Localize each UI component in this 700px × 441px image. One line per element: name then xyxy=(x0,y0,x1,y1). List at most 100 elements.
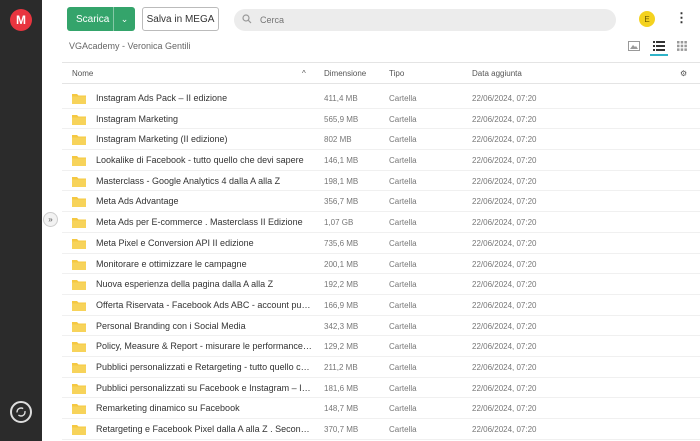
folder-icon xyxy=(72,176,86,187)
file-type: Cartella xyxy=(389,321,417,331)
file-name: Policy, Measure & Report - misurare le p… xyxy=(96,341,312,352)
file-type: Cartella xyxy=(389,135,417,145)
folder-icon xyxy=(72,218,86,229)
file-type: Cartella xyxy=(389,238,417,248)
table-row[interactable]: Nuova esperienza della pagina dalla A al… xyxy=(62,274,700,295)
file-size: 370,7 MB xyxy=(324,425,359,434)
folder-icon xyxy=(72,321,86,332)
folder-icon xyxy=(72,114,86,125)
folder-icon xyxy=(72,135,86,146)
table-row[interactable]: Lookalike di Facebook - tutto quello che… xyxy=(62,150,700,171)
file-name: Pubblici personalizzati su Facebook e In… xyxy=(96,382,312,393)
column-type-header[interactable]: Tipo xyxy=(389,69,404,78)
date-added: 22/06/2024, 07:20 xyxy=(472,362,537,372)
date-added: 22/06/2024, 07:20 xyxy=(472,114,537,124)
date-added: 22/06/2024, 07:20 xyxy=(472,94,537,103)
download-button[interactable]: Scarica ⌄ xyxy=(67,7,135,31)
table-row[interactable]: Remarketing dinamico su Facebook 148,7 MB… xyxy=(62,398,700,419)
folder-icon xyxy=(72,425,86,435)
date-added: 22/06/2024, 07:20 xyxy=(472,280,537,290)
column-size-header[interactable]: Dimensione xyxy=(324,69,366,78)
folder-icon xyxy=(72,259,86,270)
date-added: 22/06/2024, 07:20 xyxy=(472,259,537,269)
table-row[interactable]: Pubblici personalizzati e Retargeting - … xyxy=(62,357,700,378)
folder-icon xyxy=(72,156,86,167)
file-name: Instagram Marketing xyxy=(96,113,179,124)
table-row[interactable]: Meta Pixel e Conversion API II edizione 7… xyxy=(62,233,700,254)
thumbnail-view-icon[interactable] xyxy=(628,41,640,51)
table-row[interactable]: Monitorare e ottimizzare le campagne 200,… xyxy=(62,254,700,275)
file-type: Cartella xyxy=(389,342,417,352)
folder-icon xyxy=(72,362,86,373)
sync-glyph-icon xyxy=(16,407,26,417)
left-sidebar: M xyxy=(0,0,42,441)
file-name: Meta Pixel e Conversion API II edizione xyxy=(96,237,254,248)
file-name: Remarketing dinamico su Facebook xyxy=(96,403,240,414)
table-row[interactable]: Offerta Riservata - Facebook Ads ABC - a… xyxy=(62,295,700,316)
file-name: Personal Branding con i Social Media xyxy=(96,320,246,331)
column-name-header[interactable]: Nome xyxy=(72,69,93,78)
file-size: 735,6 MB xyxy=(324,238,359,248)
date-added: 22/06/2024, 07:20 xyxy=(472,176,537,186)
table-row[interactable]: Masterclass - Google Analytics 4 dalla A… xyxy=(62,171,700,192)
date-added: 22/06/2024, 07:20 xyxy=(472,218,537,228)
date-added: 22/06/2024, 07:20 xyxy=(472,135,537,145)
table-row[interactable]: Instagram Ads Pack – II edizione 411,4 MB… xyxy=(62,88,700,109)
file-type: Cartella xyxy=(389,383,417,393)
search-input[interactable] xyxy=(260,15,600,25)
avatar[interactable]: E xyxy=(639,11,655,27)
file-name: Masterclass - Google Analytics 4 dalla A… xyxy=(96,175,281,186)
file-name: Monitorare e ottimizzare le campagne xyxy=(96,258,247,269)
table-row[interactable]: Personal Branding con i Social Media 342,… xyxy=(62,316,700,337)
file-type: Cartella xyxy=(389,362,417,372)
more-menu-icon[interactable]: ⋮ xyxy=(675,11,688,27)
sync-icon[interactable] xyxy=(10,401,32,423)
file-size: 200,1 MB xyxy=(324,259,359,269)
table-row[interactable]: Policy, Measure & Report - misurare le p… xyxy=(62,336,700,357)
save-to-mega-button[interactable]: Salva in MEGA xyxy=(142,7,219,31)
file-size: 148,7 MB xyxy=(324,404,359,414)
table-row[interactable]: Instagram Marketing 565,9 MB Cartella 22/06… xyxy=(62,109,700,130)
file-name: Nuova esperienza della pagina dalla A al… xyxy=(96,279,274,290)
file-size: 411,4 MB xyxy=(324,94,358,103)
folder-icon xyxy=(72,238,86,249)
file-name: Pubblici personalizzati e Retargeting - … xyxy=(96,361,312,372)
folder-icon xyxy=(72,280,86,291)
date-added: 22/06/2024, 07:20 xyxy=(472,383,537,393)
date-added: 22/06/2024, 07:20 xyxy=(472,342,537,352)
table-row[interactable]: Pubblici personalizzati su Facebook e In… xyxy=(62,378,700,399)
sort-ascending-icon[interactable]: ^ xyxy=(302,69,306,78)
grid-view-icon[interactable] xyxy=(677,41,687,51)
file-size: 565,9 MB xyxy=(324,114,359,124)
file-type: Cartella xyxy=(389,114,417,124)
gear-icon[interactable]: ⚙ xyxy=(680,69,687,78)
breadcrumb: VGAcademy - Veronica Gentili xyxy=(69,41,191,51)
chevron-down-icon[interactable]: ⌄ xyxy=(114,14,135,25)
table-row[interactable]: Retargeting e Facebook Pixel dalla A all… xyxy=(62,419,700,440)
file-name: Meta Ads Advantage xyxy=(96,196,179,207)
search-bar[interactable] xyxy=(234,9,616,31)
file-name: Retargeting e Facebook Pixel dalla A all… xyxy=(96,424,312,434)
file-size: 198,1 MB xyxy=(324,176,359,186)
column-date-header[interactable]: Data aggiunta xyxy=(472,69,522,78)
table-row[interactable]: Meta Ads per E-commerce . Masterclass II… xyxy=(62,212,700,233)
table-row[interactable]: Instagram Marketing (II edizione) 802 MB C… xyxy=(62,129,700,151)
date-added: 22/06/2024, 07:20 xyxy=(472,404,537,414)
file-size: 146,1 MB xyxy=(324,156,359,166)
file-size: 1,07 GB xyxy=(324,218,354,228)
file-type: Cartella xyxy=(389,197,417,207)
folder-icon xyxy=(72,404,86,415)
file-size: 356,7 MB xyxy=(324,197,359,207)
file-size: 166,9 MB xyxy=(324,300,359,310)
file-type: Cartella xyxy=(389,300,417,310)
file-size: 802 MB xyxy=(324,135,352,145)
date-added: 22/06/2024, 07:20 xyxy=(472,321,537,331)
table-header: Nome ^ Dimensione Tipo Data aggiunta ⚙ xyxy=(62,62,700,84)
table-row[interactable]: Meta Ads Advantage 356,7 MB Cartella 22/06/… xyxy=(62,191,700,213)
list-view-icon[interactable] xyxy=(650,38,668,56)
file-name: Offerta Riservata - Facebook Ads ABC - a… xyxy=(96,299,312,310)
date-added: 22/06/2024, 07:20 xyxy=(472,425,537,434)
mega-logo-icon[interactable]: M xyxy=(10,9,32,31)
file-type: Cartella xyxy=(389,94,417,103)
folder-icon xyxy=(72,383,86,394)
